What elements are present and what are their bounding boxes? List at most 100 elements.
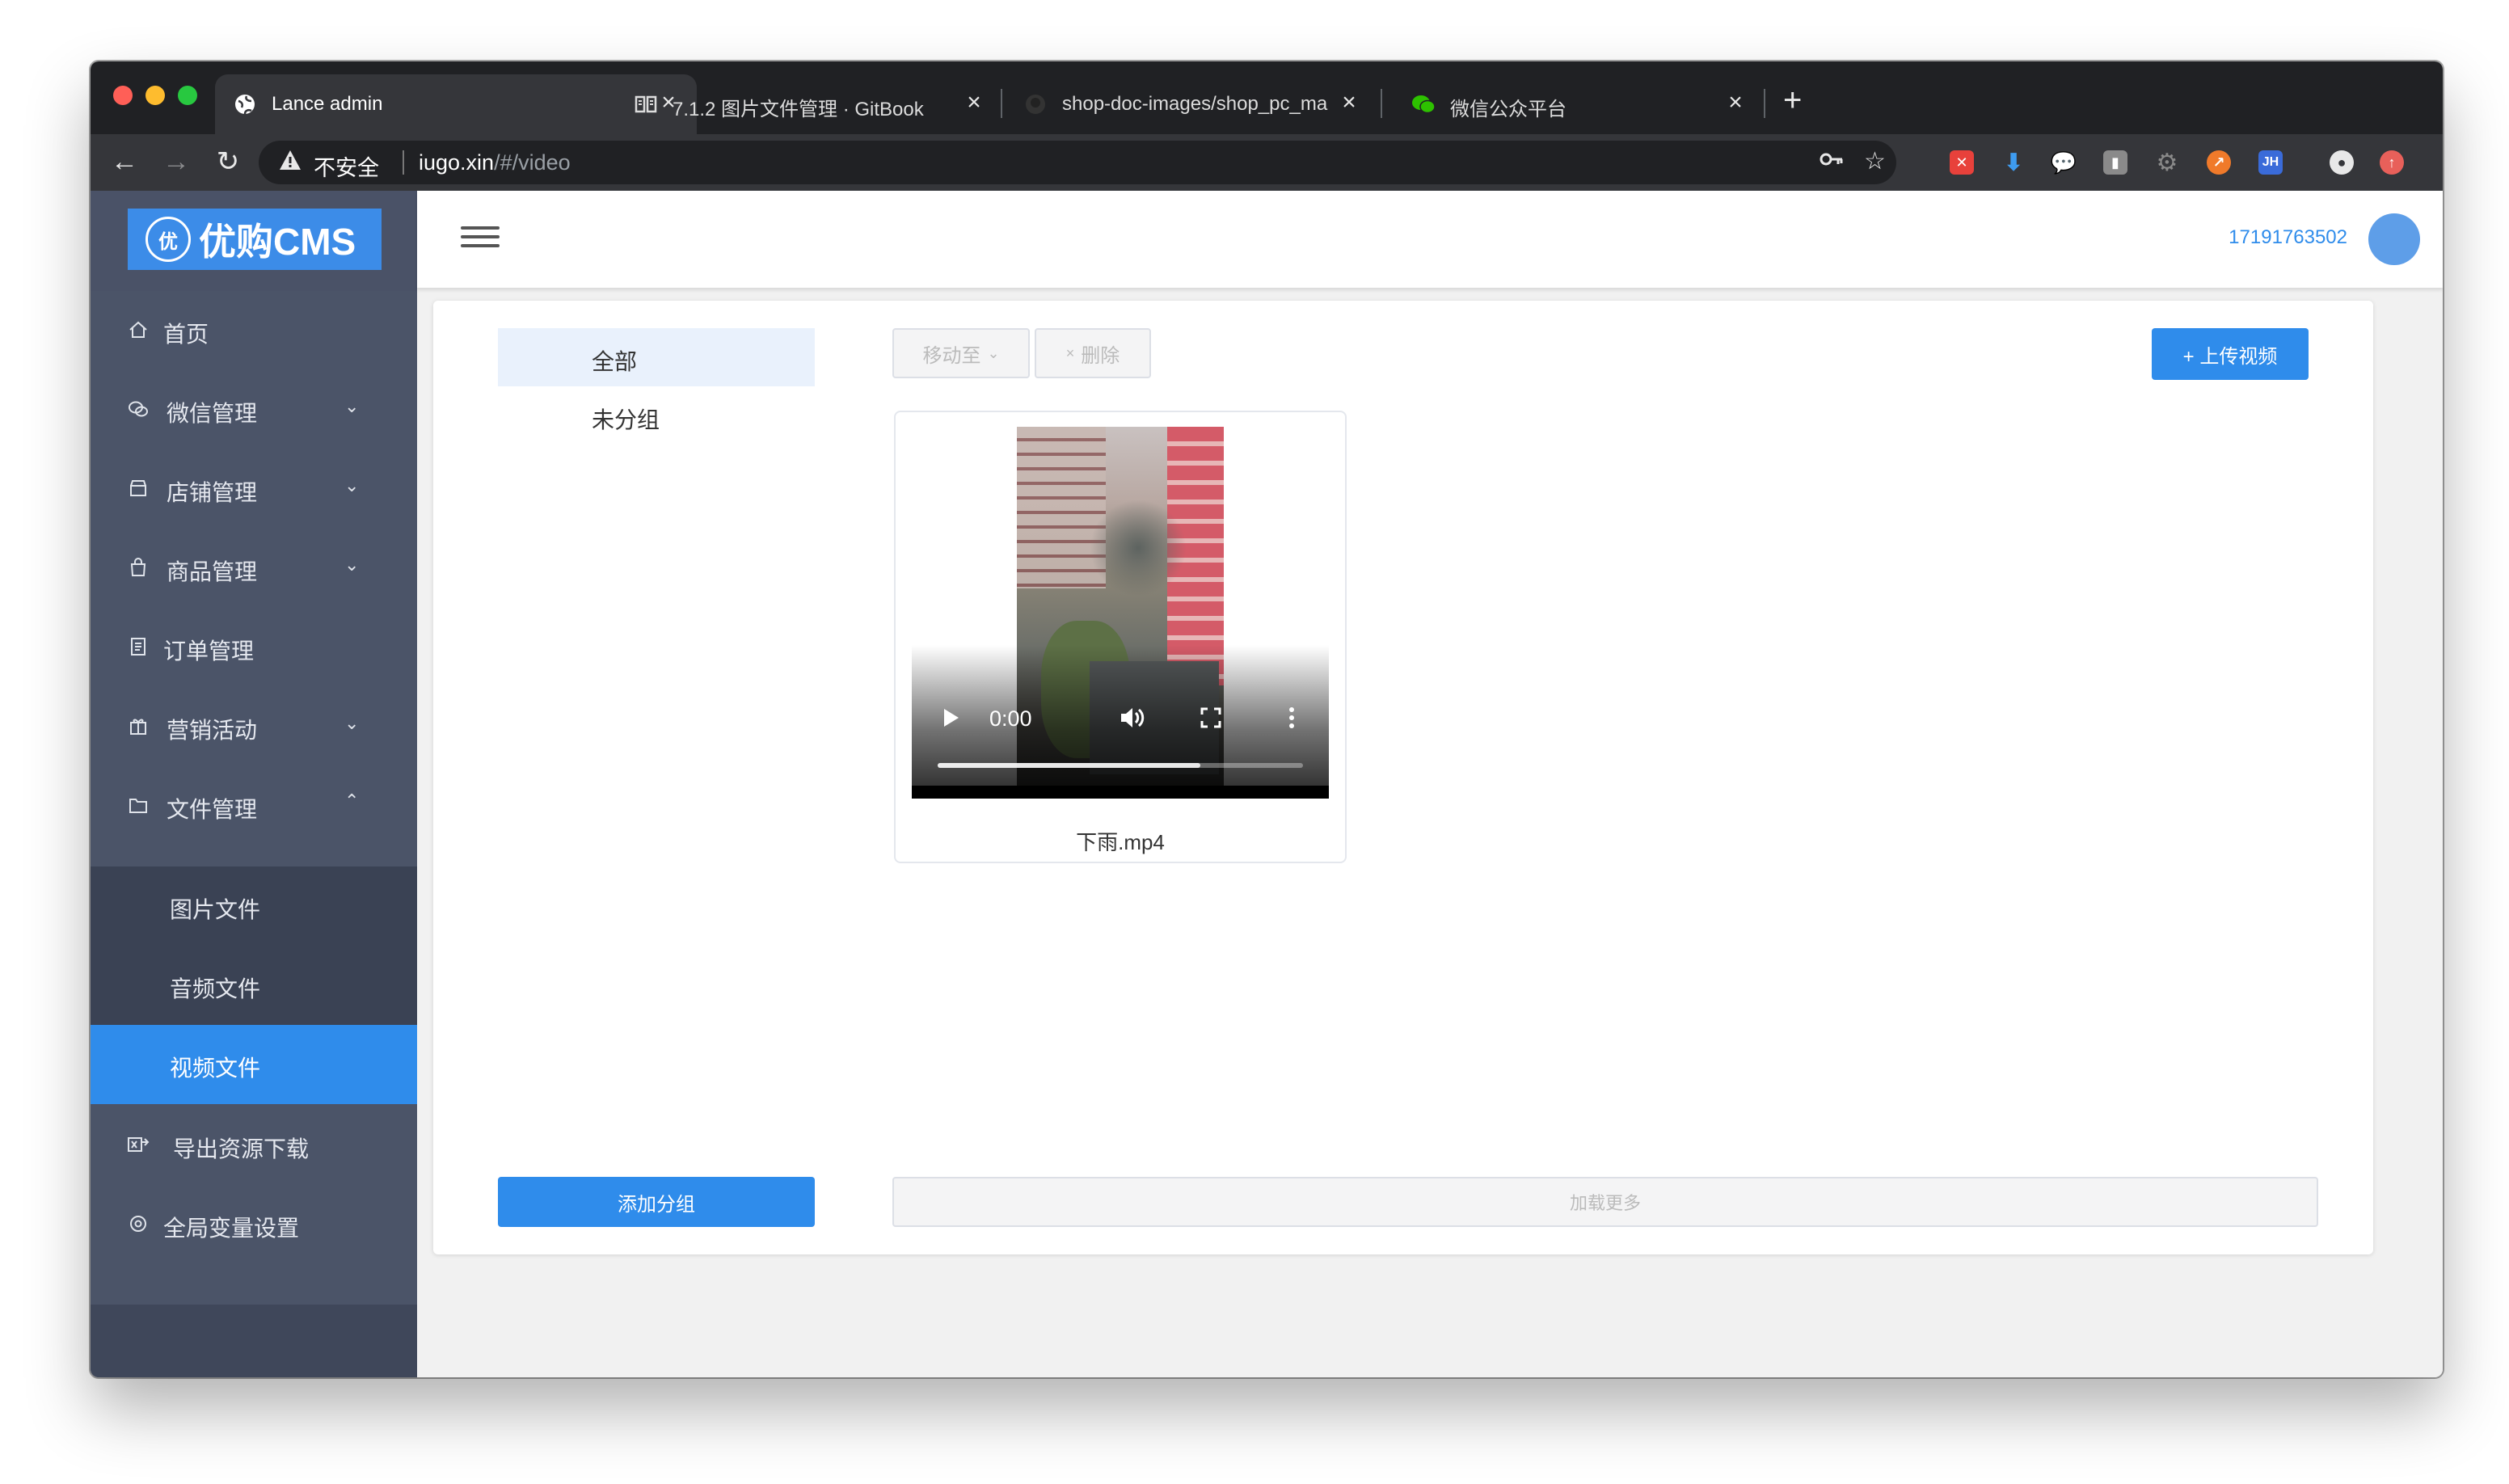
key-icon[interactable] bbox=[1819, 147, 1845, 178]
app-root: 优 优购CMS 首页 微信管理 ⌄ 店铺管理 ⌄ 商品管理 ⌄ 订单管理 营销活… bbox=[91, 191, 2443, 1377]
sidebar-item-label: 订单管理 bbox=[163, 639, 255, 664]
video-item[interactable]: 0:00 下雨.mp4 bbox=[894, 411, 1347, 863]
close-tab-icon[interactable]: × bbox=[1723, 89, 1748, 116]
address-bar[interactable]: 不安全 iugo.xin/#/video ☆ bbox=[259, 141, 1896, 184]
sidebar-item-settings[interactable]: 全局变量设置 bbox=[91, 1185, 417, 1264]
logo-text: 优购CMS bbox=[199, 221, 356, 263]
tab-title: 微信公众平台 bbox=[1450, 99, 1567, 120]
fullscreen-icon[interactable] bbox=[1200, 706, 1222, 733]
avatar[interactable] bbox=[2368, 213, 2420, 265]
back-icon[interactable]: ← bbox=[108, 145, 141, 178]
globe-icon bbox=[233, 92, 257, 116]
video-progress-bar[interactable] bbox=[938, 763, 1303, 768]
update-icon[interactable]: ↑ bbox=[2380, 150, 2404, 175]
bookmark-star-icon[interactable]: ☆ bbox=[1864, 147, 1886, 175]
sidebar-subitem-video[interactable]: 视频文件 bbox=[91, 1025, 417, 1104]
sidebar-footer bbox=[91, 1305, 417, 1377]
tab-title: 7.1.2 图片文件管理 · GitBook bbox=[673, 99, 924, 120]
group-item-all[interactable]: 全部 bbox=[498, 328, 815, 386]
add-group-button[interactable]: 添加分组 bbox=[498, 1177, 815, 1227]
minimize-window-button[interactable] bbox=[145, 86, 165, 105]
maximize-window-button[interactable] bbox=[178, 86, 197, 105]
load-more-button[interactable]: 加载更多 bbox=[892, 1177, 2318, 1227]
chevron-down-icon: ⌄ bbox=[344, 554, 360, 575]
wechat-icon bbox=[1411, 92, 1436, 116]
close-tab-icon[interactable]: × bbox=[1337, 89, 1361, 116]
sidebar-item-marketing[interactable]: 营销活动 ⌄ bbox=[91, 687, 417, 766]
gear-extension-icon[interactable]: ⚙ bbox=[2155, 150, 2179, 176]
volume-icon[interactable] bbox=[1119, 705, 1146, 735]
group-label: 全部 bbox=[592, 349, 638, 374]
bag-icon bbox=[126, 555, 150, 580]
close-tab-icon[interactable]: × bbox=[962, 89, 986, 116]
github-icon bbox=[1023, 92, 1048, 116]
sidebar-item-store[interactable]: 店铺管理 ⌄ bbox=[91, 449, 417, 529]
sidebar-subitem-label: 视频文件 bbox=[170, 1056, 261, 1081]
sidebar-item-wechat[interactable]: 微信管理 ⌄ bbox=[91, 370, 417, 449]
video-bottom-strip bbox=[912, 786, 1329, 799]
move-to-button[interactable]: 移动至 ⌄ bbox=[892, 328, 1030, 378]
sidebar-item-label: 文件管理 bbox=[167, 797, 258, 822]
chevron-down-icon: ⌄ bbox=[344, 713, 360, 733]
browser-tab-gitbook[interactable]: 7.1.2 图片文件管理 · GitBook × bbox=[616, 74, 1007, 134]
forward-icon[interactable]: → bbox=[160, 145, 192, 178]
close-window-button[interactable] bbox=[113, 86, 133, 105]
tab-separator bbox=[1381, 89, 1382, 118]
sidebar-item-label: 营销活动 bbox=[167, 718, 258, 743]
chevron-down-icon: ⌄ bbox=[344, 475, 360, 495]
gift-icon bbox=[126, 714, 150, 738]
jh-extension-icon[interactable]: JH bbox=[2258, 150, 2283, 175]
menu-toggle-icon[interactable] bbox=[461, 226, 500, 252]
sidebar-item-goods[interactable]: 商品管理 ⌄ bbox=[91, 529, 417, 608]
download-extension-icon[interactable]: ⬇ bbox=[2001, 150, 2026, 176]
logo-area: 优 优购CMS bbox=[91, 191, 417, 291]
tab-strip: Lance admin × 7.1.2 图片文件管理 · GitBook × s… bbox=[91, 61, 2443, 134]
sidebar-subitem-images[interactable]: 图片文件 bbox=[91, 866, 417, 946]
rocket-extension-icon[interactable]: ↗ bbox=[2207, 150, 2231, 175]
sidebar-item-label: 全局变量设置 bbox=[163, 1216, 300, 1241]
sidebar-item-files[interactable]: 文件管理 ⌃ bbox=[91, 766, 417, 845]
warning-icon bbox=[278, 149, 302, 175]
video-player[interactable]: 0:00 bbox=[912, 427, 1329, 799]
user-phone[interactable]: 17191763502 bbox=[2229, 226, 2347, 249]
upload-video-button[interactable]: + 上传视频 bbox=[2152, 328, 2309, 380]
play-icon[interactable] bbox=[941, 706, 962, 733]
book-icon bbox=[634, 92, 658, 116]
chevron-down-icon: ⌄ bbox=[344, 396, 360, 416]
chevron-up-icon: ⌃ bbox=[344, 790, 360, 811]
sidebar-subitem-audio[interactable]: 音频文件 bbox=[91, 946, 417, 1025]
order-icon bbox=[126, 634, 150, 659]
browser-tab-github[interactable]: shop-doc-images/shop_pc_ma × bbox=[1006, 74, 1397, 134]
tab-title: Lance admin bbox=[272, 93, 383, 115]
delete-label: 删除 bbox=[1081, 344, 1120, 367]
profile-icon[interactable]: ● bbox=[2330, 150, 2354, 175]
adblock-extension-icon[interactable]: ✕ bbox=[1950, 150, 1974, 175]
url-text[interactable]: iugo.xin/#/video bbox=[419, 150, 571, 175]
more-options-icon[interactable] bbox=[1288, 706, 1295, 733]
sidebar-item-orders[interactable]: 订单管理 bbox=[91, 608, 417, 687]
sidebar-item-home[interactable]: 首页 bbox=[91, 291, 417, 370]
sidebar-item-label: 微信管理 bbox=[167, 401, 258, 426]
comment-extension-icon[interactable]: 💬 bbox=[2051, 150, 2077, 175]
insecure-label[interactable]: 不安全 bbox=[314, 150, 379, 182]
wechat-icon bbox=[126, 397, 150, 421]
home-icon bbox=[126, 318, 150, 342]
sidebar: 优 优购CMS 首页 微信管理 ⌄ 店铺管理 ⌄ 商品管理 ⌄ 订单管理 营销活… bbox=[91, 191, 417, 1377]
browser-tab-wechat[interactable]: 微信公众平台 × bbox=[1394, 74, 1773, 134]
files-submenu: 图片文件 音频文件 视频文件 bbox=[91, 866, 417, 1104]
logo[interactable]: 优 优购CMS bbox=[128, 209, 382, 270]
group-label: 未分组 bbox=[592, 407, 660, 432]
url-host: iugo.xin bbox=[419, 150, 495, 175]
new-tab-button[interactable]: + bbox=[1783, 84, 1802, 116]
reload-icon[interactable]: ↻ bbox=[212, 145, 244, 178]
delete-button[interactable]: × 删除 bbox=[1035, 328, 1151, 378]
video-time: 0:00 bbox=[989, 706, 1032, 731]
office-extension-icon[interactable]: ▮ bbox=[2103, 150, 2127, 175]
video-progress-fill bbox=[938, 763, 1201, 768]
group-item-ungrouped[interactable]: 未分组 bbox=[498, 386, 815, 445]
sidebar-item-export[interactable]: 导出资源下载 bbox=[91, 1106, 417, 1185]
video-name: 下雨.mp4 bbox=[1076, 830, 1165, 854]
folder-icon bbox=[126, 793, 150, 817]
app-header: 17191763502 bbox=[417, 191, 2443, 288]
close-icon: × bbox=[1065, 344, 1075, 361]
